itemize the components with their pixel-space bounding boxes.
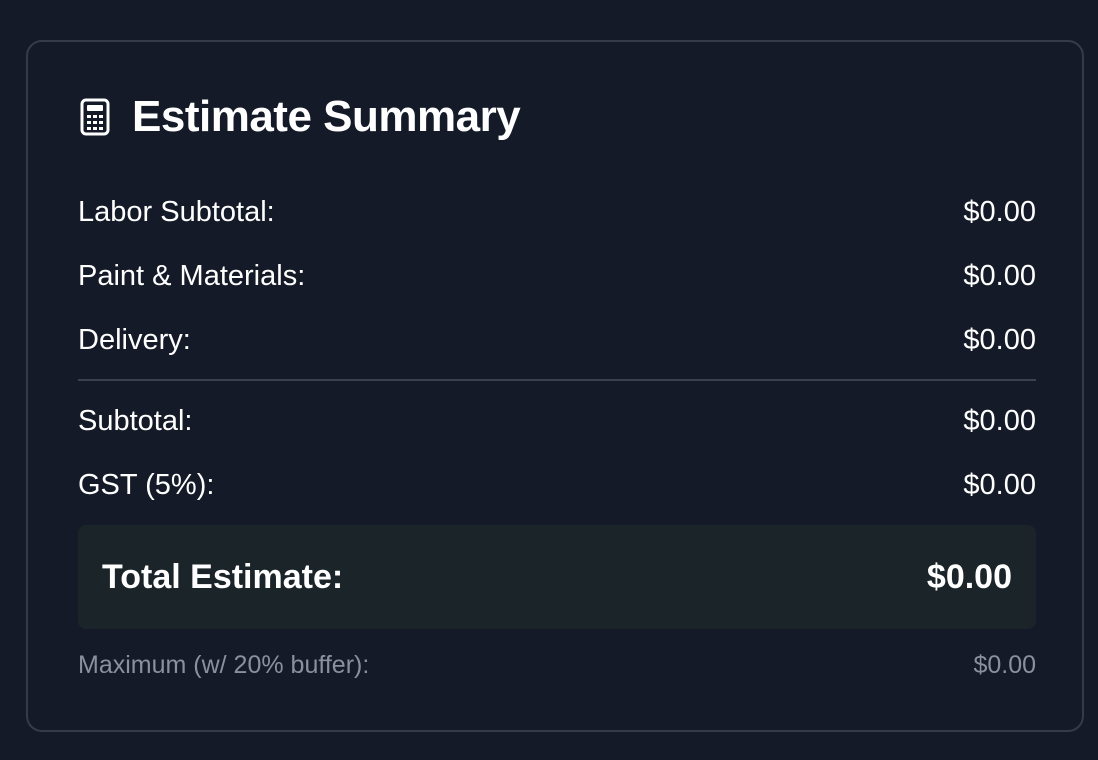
subtotal-row: Subtotal: $0.00 [78, 401, 1036, 441]
card-title: Estimate Summary [132, 92, 521, 141]
row-label: Labor Subtotal: [78, 195, 275, 228]
paint-materials-row: Paint & Materials: $0.00 [78, 256, 1036, 296]
total-label: Total Estimate: [102, 557, 344, 596]
row-label: Delivery: [78, 323, 191, 356]
maximum-label: Maximum (w/ 20% buffer): [78, 650, 370, 679]
row-value: $0.00 [963, 259, 1036, 292]
row-label: Subtotal: [78, 404, 193, 437]
total-estimate-box: Total Estimate: $0.00 [78, 525, 1036, 629]
maximum-row: Maximum (w/ 20% buffer): $0.00 [78, 645, 1036, 685]
total-value: $0.00 [926, 557, 1012, 596]
card-header: Estimate Summary [78, 92, 521, 142]
row-value: $0.00 [963, 195, 1036, 228]
estimate-summary-card: Estimate Summary Labor Subtotal: $0.00 P… [26, 40, 1084, 732]
delivery-row: Delivery: $0.00 [78, 320, 1036, 360]
divider [78, 379, 1036, 381]
row-label: Paint & Materials: [78, 259, 306, 292]
row-value: $0.00 [963, 468, 1036, 501]
calculator-icon [78, 97, 112, 137]
labor-subtotal-row: Labor Subtotal: $0.00 [78, 192, 1036, 232]
maximum-value: $0.00 [973, 650, 1036, 679]
row-label: GST (5%): [78, 468, 215, 501]
row-value: $0.00 [963, 323, 1036, 356]
gst-row: GST (5%): $0.00 [78, 465, 1036, 505]
row-value: $0.00 [963, 404, 1036, 437]
